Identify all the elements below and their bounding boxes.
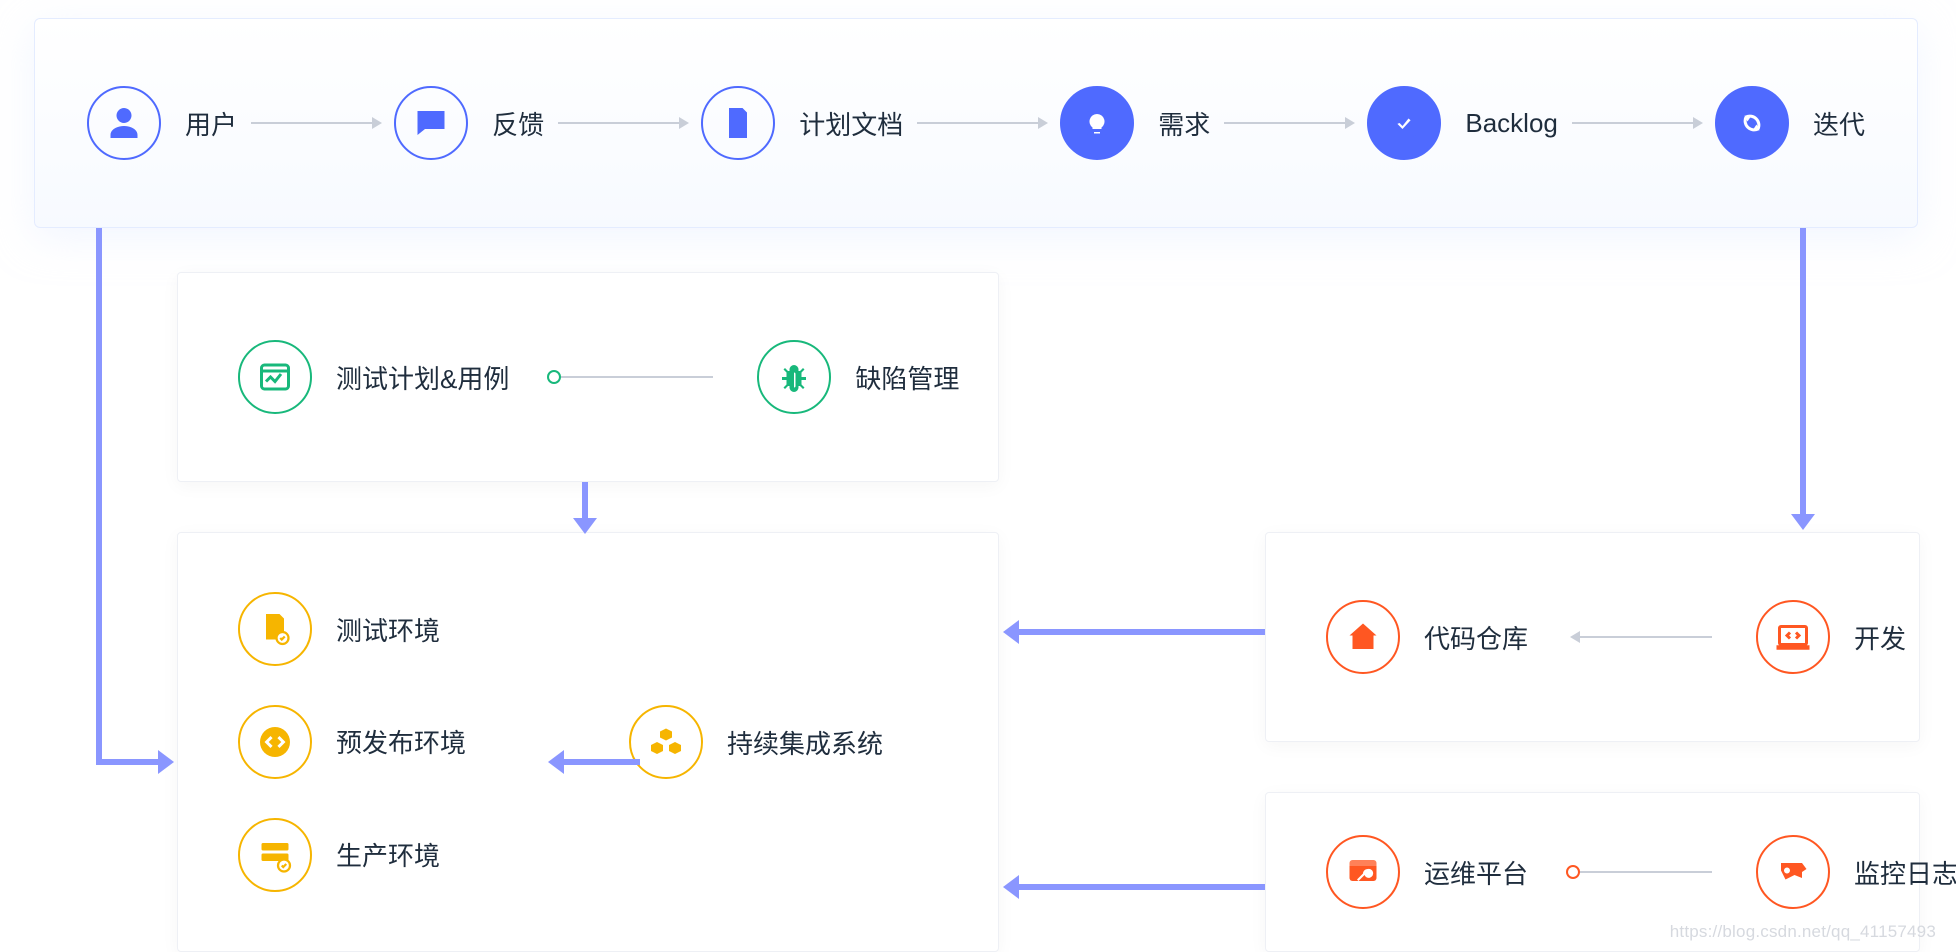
node-label: 生产环境 bbox=[336, 836, 440, 873]
node-defect: 缺陷管理 bbox=[757, 340, 959, 414]
flow-arrow-icon bbox=[1015, 629, 1265, 635]
arrow-icon bbox=[251, 122, 380, 124]
node-label: 缺陷管理 bbox=[855, 359, 959, 396]
cycle-icon bbox=[1715, 86, 1789, 160]
arrow-icon bbox=[1224, 122, 1353, 124]
flow-arrow-icon bbox=[582, 482, 588, 522]
house-icon bbox=[1326, 600, 1400, 674]
node-label: 反馈 bbox=[492, 105, 544, 142]
flow-arrow-icon bbox=[1800, 228, 1806, 518]
flow-arrow-icon bbox=[96, 759, 162, 765]
arrow-icon bbox=[917, 122, 1046, 124]
connector-icon bbox=[1572, 871, 1712, 873]
checklist-icon bbox=[1367, 86, 1441, 160]
server-check-icon bbox=[238, 818, 312, 892]
document-icon bbox=[701, 86, 775, 160]
node-label: 用户 bbox=[185, 105, 237, 142]
arrow-icon bbox=[1572, 122, 1701, 124]
node-test-env: 测试环境 bbox=[238, 592, 629, 666]
test-card: 测试计划&用例 缺陷管理 bbox=[177, 272, 999, 482]
node-label: 监控日志 bbox=[1854, 854, 1956, 891]
node-backlog: Backlog bbox=[1367, 86, 1558, 160]
arrow-left-icon bbox=[1572, 636, 1712, 638]
node-label: Backlog bbox=[1465, 108, 1558, 139]
node-plan-doc: 计划文档 bbox=[701, 86, 903, 160]
node-iteration: 迭代 bbox=[1715, 86, 1865, 160]
env-card: 测试环境 预发布环境 生产环境 持续集成系统 bbox=[177, 532, 999, 952]
wrench-window-icon bbox=[1326, 835, 1400, 909]
node-label: 持续集成系统 bbox=[727, 724, 883, 761]
camera-icon bbox=[1756, 835, 1830, 909]
node-label: 预发布环境 bbox=[336, 723, 466, 760]
bug-icon bbox=[757, 340, 831, 414]
node-label: 测试计划&用例 bbox=[336, 359, 509, 396]
node-ci: 持续集成系统 bbox=[629, 705, 883, 779]
node-test-plan: 测试计划&用例 bbox=[238, 340, 509, 414]
node-requirement: 需求 bbox=[1060, 86, 1210, 160]
top-workflow-card: 用户 反馈 计划文档 需求 Backlog bbox=[34, 18, 1918, 228]
connector-icon bbox=[553, 376, 713, 378]
arrow-icon bbox=[558, 122, 687, 124]
node-label: 测试环境 bbox=[336, 611, 440, 648]
node-prod-env: 生产环境 bbox=[238, 818, 629, 892]
code-brackets-icon bbox=[238, 705, 312, 779]
node-ops-platform: 运维平台 bbox=[1326, 835, 1528, 909]
chart-window-icon bbox=[238, 340, 312, 414]
node-label: 运维平台 bbox=[1424, 854, 1528, 891]
lightbulb-icon bbox=[1060, 86, 1134, 160]
file-check-icon bbox=[238, 592, 312, 666]
chat-icon bbox=[394, 86, 468, 160]
flow-arrow-icon bbox=[1015, 884, 1265, 890]
node-develop: 开发 bbox=[1756, 600, 1906, 674]
node-user: 用户 bbox=[87, 86, 237, 160]
node-label: 迭代 bbox=[1813, 105, 1865, 142]
user-icon bbox=[87, 86, 161, 160]
node-prerelease: 预发布环境 bbox=[238, 705, 629, 779]
node-label: 代码仓库 bbox=[1424, 619, 1528, 656]
flow-icon bbox=[96, 228, 102, 765]
flow-arrow-icon bbox=[560, 759, 640, 765]
laptop-code-icon bbox=[1756, 600, 1830, 674]
node-label: 计划文档 bbox=[799, 105, 903, 142]
node-label: 开发 bbox=[1854, 619, 1906, 656]
node-label: 需求 bbox=[1158, 105, 1210, 142]
node-feedback: 反馈 bbox=[394, 86, 544, 160]
code-card: 代码仓库 开发 bbox=[1265, 532, 1920, 742]
node-monitor: 监控日志 bbox=[1756, 835, 1956, 909]
packages-icon bbox=[629, 705, 703, 779]
node-repo: 代码仓库 bbox=[1326, 600, 1528, 674]
watermark: https://blog.csdn.net/qq_41157493 bbox=[1670, 922, 1936, 942]
